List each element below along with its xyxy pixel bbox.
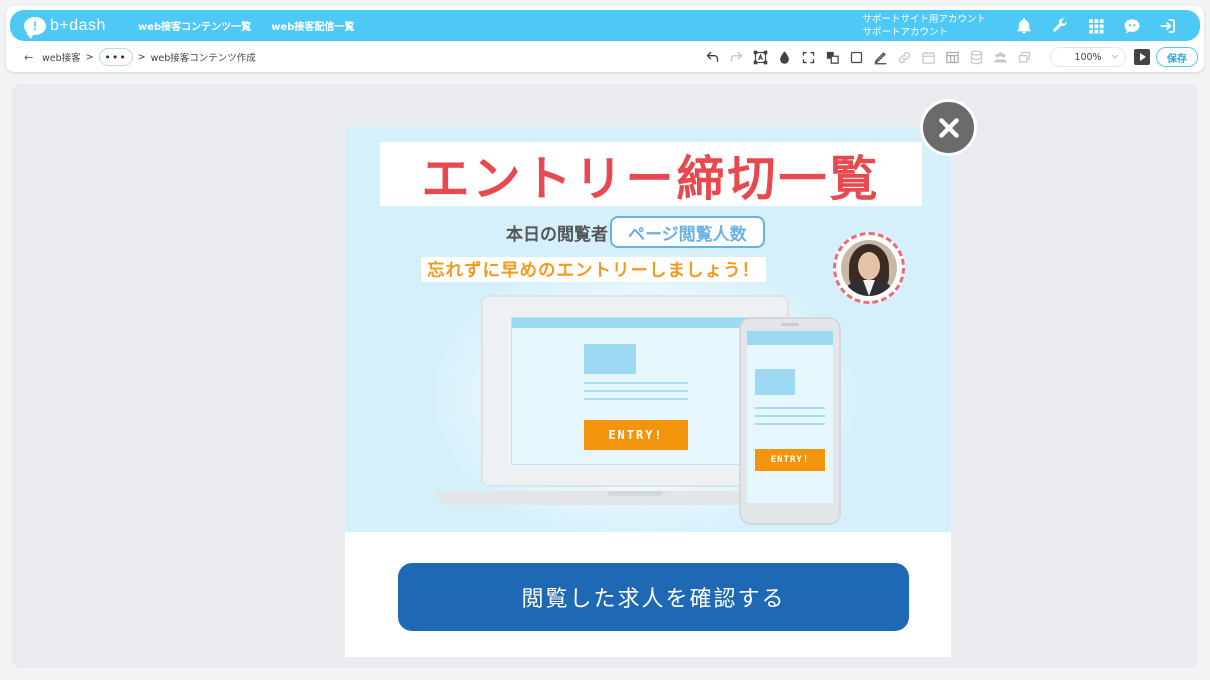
fullscreen-icon[interactable] [796, 45, 820, 69]
close-icon[interactable] [920, 99, 977, 156]
text-select-icon[interactable] [748, 45, 772, 69]
save-button[interactable]: 保存 [1156, 47, 1198, 67]
breadcrumb-web-sekkyaku[interactable]: web接客 [42, 50, 81, 64]
grid-icon[interactable] [1078, 10, 1114, 41]
database-icon[interactable] [964, 45, 988, 69]
undo-icon[interactable] [700, 45, 724, 69]
droplet-icon[interactable] [772, 45, 796, 69]
users-icon[interactable] [988, 45, 1012, 69]
viewer-row: 本日の閲覧者 ページ閲覧人数 [506, 216, 765, 248]
preview-play-button[interactable] [1134, 49, 1150, 65]
breadcrumb-separator: > [137, 51, 146, 63]
laptop-entry-label: ENTRY! [584, 420, 688, 450]
title-box: エントリー締切一覧 [380, 142, 922, 207]
logo-bubble-icon: ! [24, 16, 46, 39]
laptop-screen: ENTRY! [511, 317, 763, 465]
zoom-select[interactable]: 100% ⌵ [1050, 47, 1126, 67]
logout-icon[interactable] [1150, 10, 1186, 41]
chat-bot-icon[interactable] [1114, 10, 1150, 41]
top-bar: ! b+dash web接客コンテンツ一覧 web接客配信一覧 サポートサイト用… [10, 10, 1200, 41]
phone-illustration: ENTRY! [739, 317, 841, 525]
play-icon [1140, 53, 1146, 61]
avatar-ring [833, 232, 905, 304]
viewer-count-pill: ページ閲覧人数 [610, 216, 765, 248]
breadcrumb-separator: > [85, 51, 94, 63]
breadcrumb-more-button[interactable]: ••• [98, 48, 133, 66]
view-jobs-button[interactable]: 閲覧した求人を確認する [398, 563, 909, 631]
chevron-down-icon: ⌵ [1111, 51, 1118, 60]
layers-icon[interactable] [820, 45, 844, 69]
avatar [841, 240, 897, 296]
viewer-label: 本日の閲覧者 [506, 224, 608, 245]
wrench-icon[interactable] [1042, 10, 1078, 41]
account-site-name: サポートサイト用アカウント [862, 13, 986, 25]
account-info[interactable]: サポートサイト用アカウント サポートアカウント [862, 13, 986, 39]
redo-icon[interactable] [724, 45, 748, 69]
phone-entry-label: ENTRY! [755, 449, 825, 471]
reminder-text: 忘れずに早めのエントリーしましょう！ [421, 257, 766, 282]
editor-toolbar: 100% ⌵ 保存 [700, 45, 1204, 69]
breadcrumb-current: web接客コンテンツ作成 [150, 53, 256, 64]
link-icon[interactable] [892, 45, 916, 69]
logo-text: b+dash [50, 16, 106, 34]
nav-link-contents-list[interactable]: web接客コンテンツ一覧 [138, 18, 251, 33]
phone-screen: ENTRY! [747, 331, 833, 503]
square-icon[interactable] [844, 45, 868, 69]
popup-title: エントリー締切一覧 [421, 151, 881, 207]
logo[interactable]: ! b+dash [24, 16, 124, 39]
calendar-icon[interactable] [916, 45, 940, 69]
account-user-name: サポートアカウント [862, 26, 948, 38]
pen-icon[interactable] [868, 45, 892, 69]
nav-link-delivery-list[interactable]: web接客配信一覧 [271, 18, 354, 33]
popup-banner[interactable]: エントリー締切一覧 本日の閲覧者 ページ閲覧人数 忘れずに早めのエントリーしまし… [345, 127, 951, 532]
header-card: ! b+dash web接客コンテンツ一覧 web接客配信一覧 サポートサイト用… [6, 6, 1204, 72]
table-icon[interactable] [940, 45, 964, 69]
bell-icon[interactable] [1006, 10, 1042, 41]
zoom-value: 100% [1074, 51, 1102, 63]
sub-bar: ← web接客 > ••• > web接客コンテンツ作成 100% ⌵ 保存 [6, 44, 1204, 70]
back-arrow-icon[interactable]: ← [24, 51, 38, 64]
popup-preview[interactable]: エントリー締切一覧 本日の閲覧者 ページ閲覧人数 忘れずに早めのエントリーしまし… [345, 127, 951, 657]
copy-icon[interactable] [1012, 45, 1036, 69]
